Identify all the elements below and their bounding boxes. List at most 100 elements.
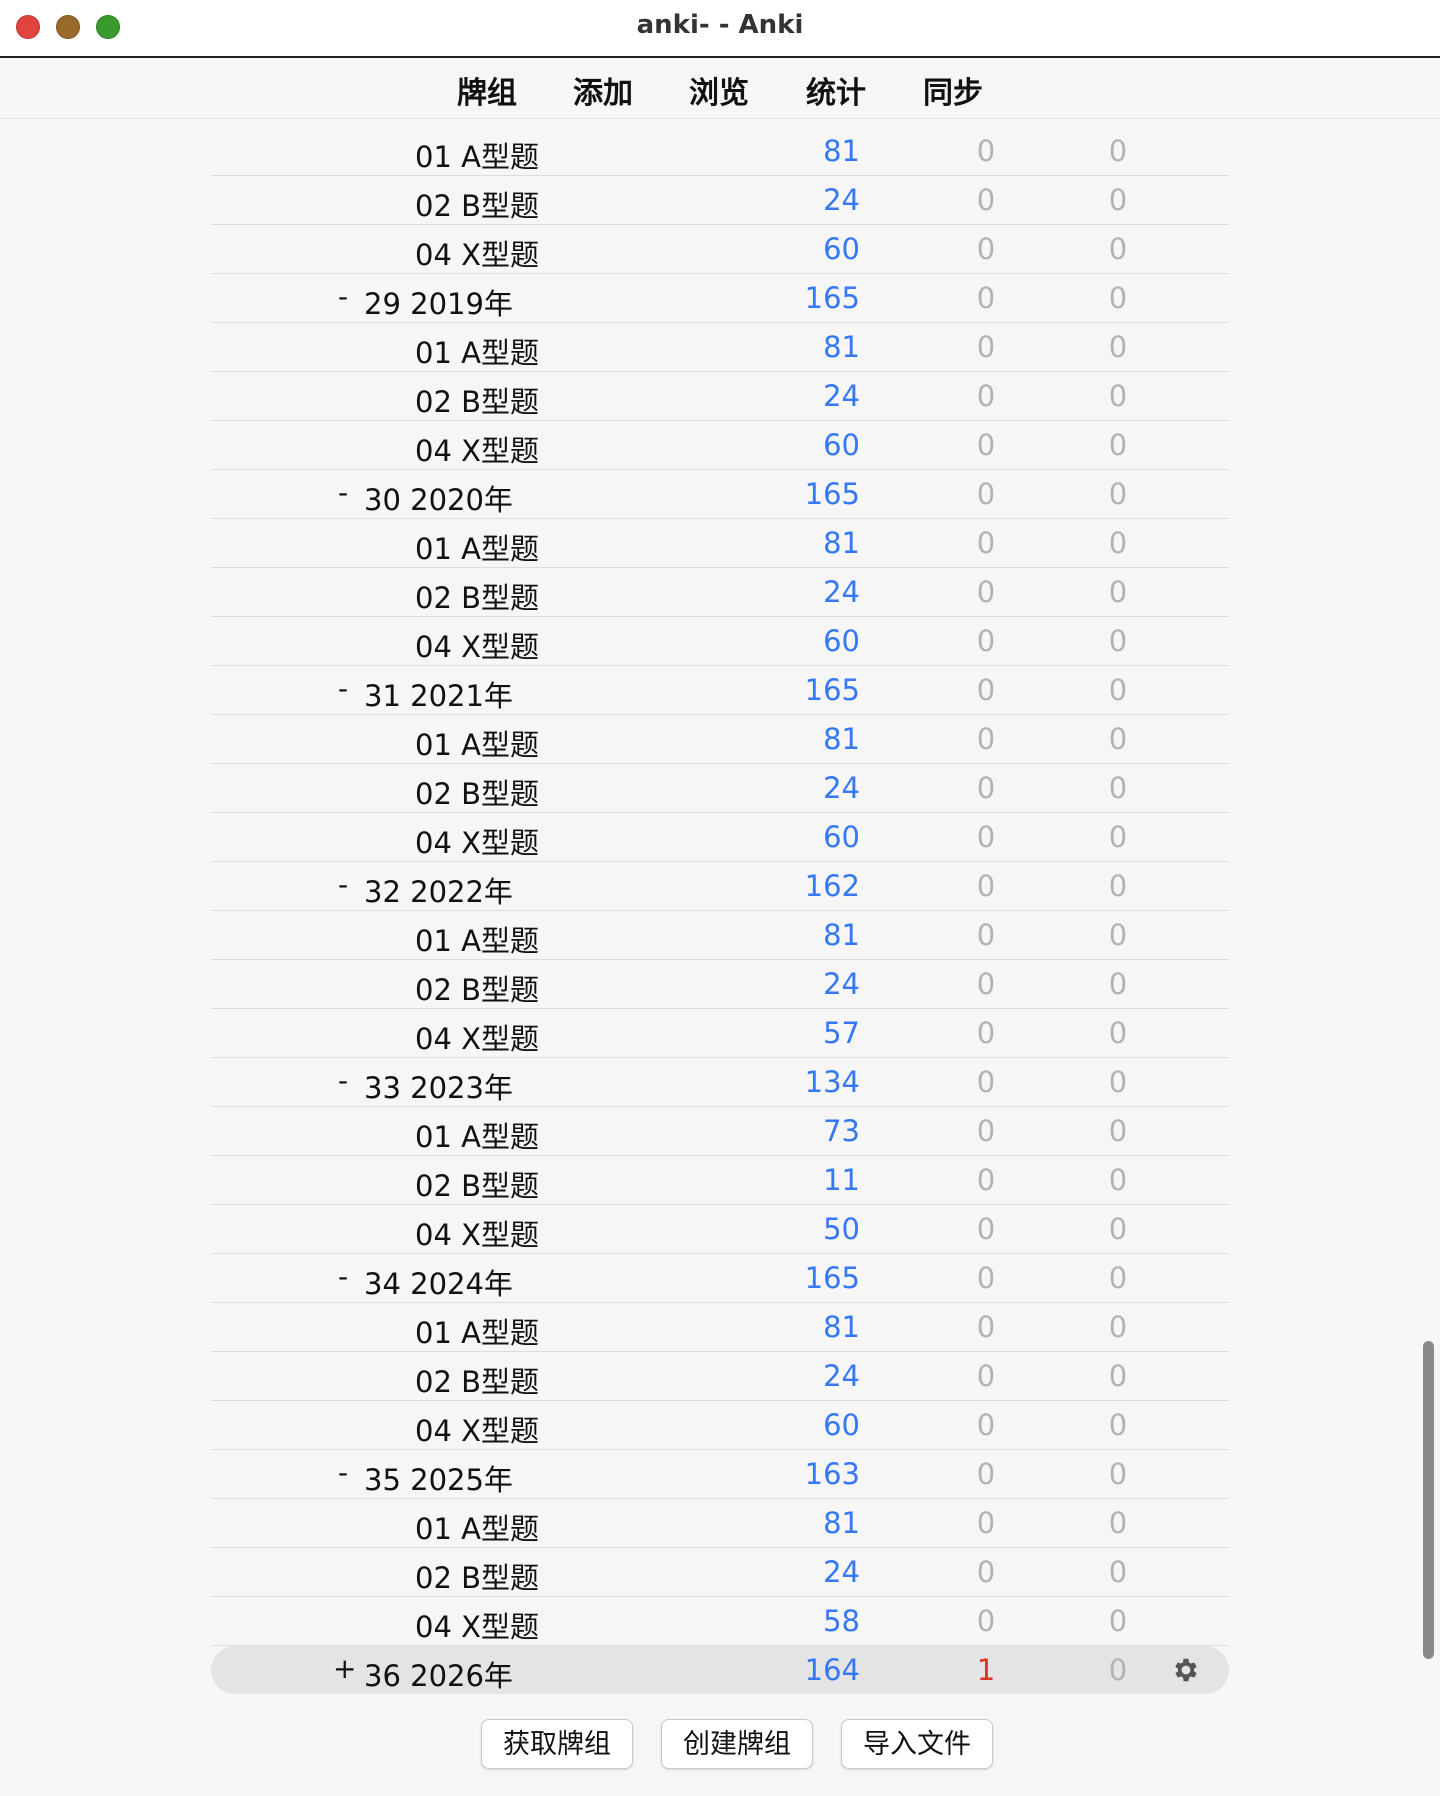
create-deck-button[interactable]: 创建牌组	[661, 1719, 813, 1769]
due-count: 24	[823, 1359, 860, 1393]
deck-row[interactable]: 02 B型题 24 0 0	[211, 176, 1229, 225]
new-count: 0	[976, 232, 996, 266]
deck-name-link[interactable]: 04 X型题	[415, 1016, 539, 1058]
deck-name-link[interactable]: 32 2022年	[364, 869, 513, 911]
new-count: 0	[976, 1359, 996, 1393]
toolbar-browse-link[interactable]: 浏览	[689, 68, 749, 112]
deck-name-link[interactable]: 02 B型题	[415, 771, 539, 813]
deck-name-link[interactable]: 01 A型题	[415, 526, 539, 568]
window-title: anki- - Anki	[636, 10, 804, 40]
deck-name-link[interactable]: 34 2024年	[364, 1261, 513, 1303]
deck-name-link[interactable]: 02 B型题	[415, 183, 539, 225]
deck-row[interactable]: -29 2019年 165 0 0	[211, 274, 1229, 323]
expand-toggle[interactable]: +	[333, 1652, 356, 1685]
learn-count: 0	[1108, 1604, 1128, 1638]
deck-row[interactable]: -31 2021年 165 0 0	[211, 666, 1229, 715]
deck-row[interactable]: 01 A型题 81 0 0	[211, 911, 1229, 960]
deck-name-link[interactable]: 01 A型题	[415, 1310, 539, 1352]
deck-row[interactable]: 04 X型题 60 0 0	[211, 421, 1229, 470]
new-count: 0	[976, 771, 996, 805]
due-count: 24	[823, 575, 860, 609]
deck-row[interactable]: 01 A型题 81 0 0	[211, 1303, 1229, 1352]
collapse-toggle[interactable]: -	[333, 280, 353, 313]
deck-row[interactable]: -35 2025年 163 0 0	[211, 1450, 1229, 1499]
deck-row[interactable]: 02 B型题 11 0 0	[211, 1156, 1229, 1205]
gear-icon[interactable]	[1171, 1655, 1201, 1685]
deck-name-link[interactable]: 04 X型题	[415, 624, 539, 666]
new-count: 0	[976, 1310, 996, 1344]
deck-row[interactable]: 02 B型题 24 0 0	[211, 1352, 1229, 1401]
new-count: 0	[976, 183, 996, 217]
deck-list-area: 01 A型题 81 0 0 02 B型题 24 0 0 04 X型题 60 0 0-29 2019年 1…	[0, 119, 1440, 1699]
deck-row[interactable]: -32 2022年 162 0 0	[211, 862, 1229, 911]
deck-name-link[interactable]: 35 2025年	[364, 1457, 513, 1499]
deck-name-link[interactable]: 04 X型题	[415, 820, 539, 862]
toolbar-sync-link[interactable]: 同步	[923, 68, 983, 112]
deck-row[interactable]: 02 B型题 24 0 0	[211, 764, 1229, 813]
deck-row[interactable]: 04 X型题 60 0 0	[211, 813, 1229, 862]
deck-name-link[interactable]: 04 X型题	[415, 428, 539, 470]
deck-row[interactable]: 01 A型题 81 0 0	[211, 127, 1229, 176]
due-count: 81	[823, 722, 860, 756]
deck-row[interactable]: 04 X型题 60 0 0	[211, 617, 1229, 666]
deck-row[interactable]: 02 B型题 24 0 0	[211, 960, 1229, 1009]
deck-name-link[interactable]: 01 A型题	[415, 134, 539, 176]
vertical-scrollbar-thumb[interactable]	[1423, 1341, 1434, 1659]
deck-name-link[interactable]: 04 X型题	[415, 1212, 539, 1254]
deck-row[interactable]: 01 A型题 81 0 0	[211, 323, 1229, 372]
deck-row[interactable]: -30 2020年 165 0 0	[211, 470, 1229, 519]
deck-row[interactable]: 04 X型题 58 0 0	[211, 1597, 1229, 1646]
deck-row[interactable]: 02 B型题 24 0 0	[211, 568, 1229, 617]
deck-row[interactable]: 02 B型题 24 0 0	[211, 1548, 1229, 1597]
collapse-toggle[interactable]: -	[333, 476, 353, 509]
current-deck-row[interactable]: +36 2026年 164 1 0	[211, 1646, 1229, 1694]
toolbar-decks-link[interactable]: 牌组	[457, 68, 517, 112]
deck-name-link[interactable]: 04 X型题	[415, 232, 539, 274]
deck-name-link[interactable]: 36 2026年	[364, 1653, 513, 1695]
collapse-toggle[interactable]: -	[333, 1064, 353, 1097]
due-count: 165	[804, 673, 860, 707]
deck-row[interactable]: 04 X型题 60 0 0	[211, 1401, 1229, 1450]
deck-row[interactable]: 04 X型题 50 0 0	[211, 1205, 1229, 1254]
due-count: 81	[823, 330, 860, 364]
deck-name-link[interactable]: 04 X型题	[415, 1408, 539, 1450]
learn-count: 0	[1108, 722, 1128, 756]
collapse-toggle[interactable]: -	[333, 1260, 353, 1293]
toolbar-stats-link[interactable]: 统计	[806, 68, 866, 112]
deck-name-link[interactable]: 04 X型题	[415, 1604, 539, 1646]
deck-name-link[interactable]: 31 2021年	[364, 673, 513, 715]
deck-row[interactable]: 01 A型题 81 0 0	[211, 519, 1229, 568]
deck-name-link[interactable]: 02 B型题	[415, 1555, 539, 1597]
deck-name-link[interactable]: 02 B型题	[415, 575, 539, 617]
deck-name-link[interactable]: 01 A型题	[415, 1506, 539, 1548]
collapse-toggle[interactable]: -	[333, 672, 353, 705]
deck-name-link[interactable]: 02 B型题	[415, 967, 539, 1009]
deck-row[interactable]: 04 X型题 60 0 0	[211, 225, 1229, 274]
deck-name-link[interactable]: 01 A型题	[415, 330, 539, 372]
deck-name-link[interactable]: 29 2019年	[364, 281, 513, 323]
deck-name-link[interactable]: 02 B型题	[415, 1359, 539, 1401]
learn-count: 0	[1108, 1506, 1128, 1540]
deck-name-link[interactable]: 01 A型题	[415, 1114, 539, 1156]
deck-name-link[interactable]: 33 2023年	[364, 1065, 513, 1107]
new-count: 1	[976, 1653, 996, 1687]
deck-row[interactable]: -34 2024年 165 0 0	[211, 1254, 1229, 1303]
deck-row[interactable]: 04 X型题 57 0 0	[211, 1009, 1229, 1058]
deck-name-link[interactable]: 01 A型题	[415, 722, 539, 764]
deck-row[interactable]: 01 A型题 73 0 0	[211, 1107, 1229, 1156]
deck-name-link[interactable]: 01 A型题	[415, 918, 539, 960]
deck-name-link[interactable]: 02 B型题	[415, 1163, 539, 1205]
learn-count: 0	[1108, 1163, 1128, 1197]
collapse-toggle[interactable]: -	[333, 1456, 353, 1489]
import-file-button[interactable]: 导入文件	[841, 1719, 993, 1769]
collapse-toggle[interactable]: -	[333, 868, 353, 901]
get-shared-decks-button[interactable]: 获取牌组	[481, 1719, 633, 1769]
due-count: 134	[804, 1065, 860, 1099]
toolbar-add-link[interactable]: 添加	[573, 68, 633, 112]
deck-name-link[interactable]: 02 B型题	[415, 379, 539, 421]
deck-row[interactable]: 02 B型题 24 0 0	[211, 372, 1229, 421]
deck-row[interactable]: 01 A型题 81 0 0	[211, 715, 1229, 764]
deck-name-link[interactable]: 30 2020年	[364, 477, 513, 519]
deck-row[interactable]: 01 A型题 81 0 0	[211, 1499, 1229, 1548]
deck-row[interactable]: -33 2023年 134 0 0	[211, 1058, 1229, 1107]
